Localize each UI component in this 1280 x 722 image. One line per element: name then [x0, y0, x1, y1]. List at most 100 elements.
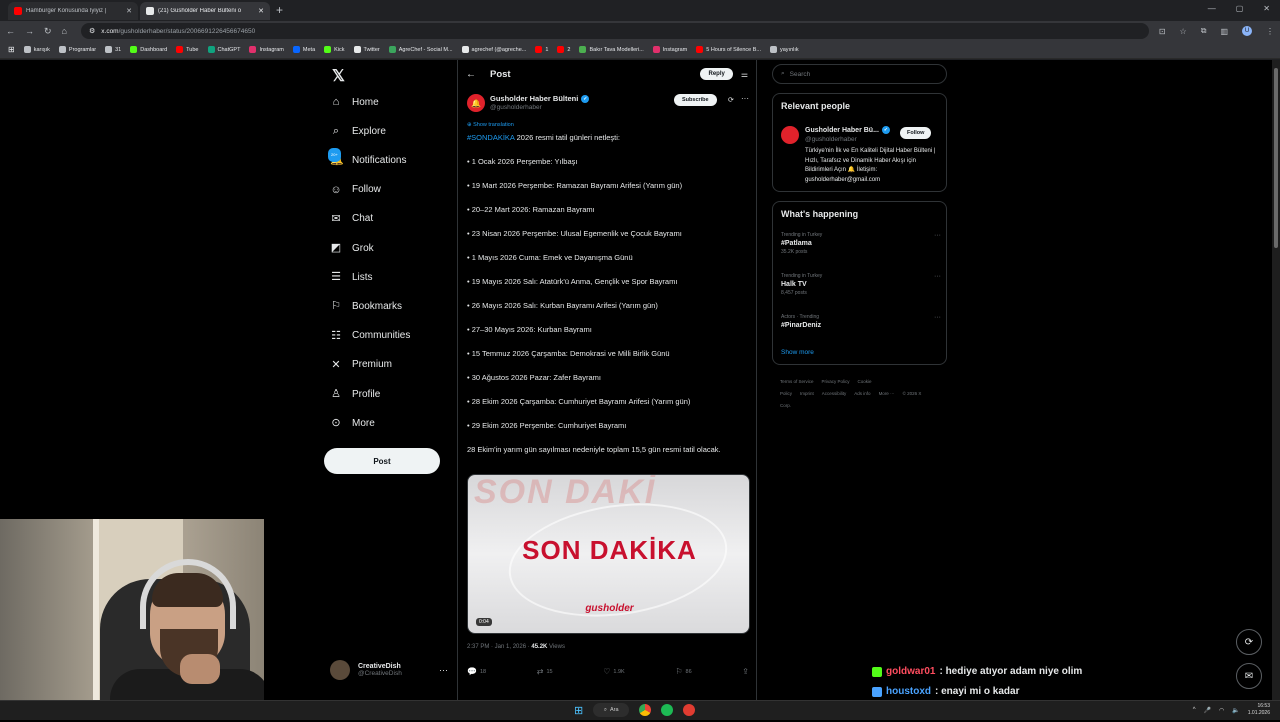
tray-chevron-icon[interactable]: ^ — [1193, 707, 1196, 713]
footer-link[interactable]: Terms of Service — [780, 379, 814, 384]
trend-item[interactable]: Trending in Turkey #Patlama 35.2K posts ··· — [781, 232, 941, 255]
nav-item-lists[interactable]: ☰ Lists — [330, 271, 373, 283]
volume-icon[interactable]: 🔈 — [1232, 707, 1239, 714]
more-icon[interactable]: ··· — [934, 314, 941, 321]
install-icon[interactable]: ⊡ — [1159, 27, 1166, 36]
nav-item-premium[interactable]: ✕ Premium — [330, 359, 392, 371]
close-window-icon[interactable]: ✕ — [1263, 4, 1270, 13]
show-translation-link[interactable]: ⊕ Show translation — [467, 122, 514, 128]
nav-item-home[interactable]: ⌂ Home — [330, 96, 379, 108]
more-icon[interactable]: ··· — [934, 273, 941, 280]
maximize-icon[interactable]: ▢ — [1236, 4, 1244, 13]
bookmark-item[interactable]: karışık — [23, 46, 50, 53]
share-action[interactable]: ⇪ — [742, 667, 749, 676]
page-scrollbar[interactable] — [1272, 60, 1280, 700]
x-logo-icon[interactable]: 𝕏 — [332, 66, 345, 86]
taskbar-search[interactable]: ⌕ Ara — [593, 703, 630, 717]
bookmark-item[interactable]: agrechef (@agreche... — [461, 46, 526, 53]
new-tab-icon[interactable]: + — [276, 2, 283, 20]
settings-sliders-icon[interactable]: ⚌ — [741, 70, 748, 79]
bookmark-action[interactable]: ⚐ 86 — [675, 667, 691, 676]
nav-item-profile[interactable]: ♙ Profile — [330, 388, 380, 400]
browser-tab[interactable]: (21) Gusholder Haber Bülteni o ✕ — [140, 2, 270, 20]
mic-icon[interactable]: 🎤 — [1204, 707, 1211, 714]
address-bar[interactable]: ⚙ x.com/gusholderhaber/status/2006691226… — [80, 23, 1149, 39]
show-more-link[interactable]: Show more — [781, 349, 814, 356]
menu-icon[interactable]: ⋮ — [1266, 27, 1274, 36]
bookmark-item[interactable]: Kick — [324, 46, 345, 53]
obs-app-icon[interactable] — [683, 704, 696, 716]
nav-item-notifications[interactable]: 🔔20+ Notifications — [328, 148, 406, 166]
grok-float-button[interactable]: ⟳ — [1236, 629, 1262, 655]
trend-item[interactable]: Actors · Trending #PinarDeniz ··· — [781, 314, 941, 329]
nav-item-chat[interactable]: ✉ Chat — [330, 213, 373, 225]
reload-icon[interactable]: ↻ — [44, 26, 52, 37]
messages-float-button[interactable]: ✉ — [1236, 663, 1262, 689]
close-tab-icon[interactable]: ✕ — [126, 7, 132, 15]
nav-item-follow[interactable]: ☺ Follow — [330, 184, 381, 196]
hashtag-link[interactable]: #SONDAKİKA — [467, 133, 515, 142]
more-icon[interactable]: ··· — [934, 232, 941, 239]
bookmark-item[interactable]: AgreChef - Social M... — [388, 46, 453, 53]
close-tab-icon[interactable]: ✕ — [258, 7, 264, 15]
follow-button[interactable]: Follow — [900, 127, 932, 139]
search-input[interactable]: ⌕ Search — [772, 64, 947, 84]
scrollbar-thumb[interactable] — [1274, 68, 1278, 248]
profile-avatar[interactable]: U — [1242, 26, 1252, 36]
sidepanel-icon[interactable]: ▥ — [1220, 27, 1228, 36]
nav-item-explore[interactable]: ⌕ Explore — [330, 125, 386, 137]
bookmark-item[interactable]: 2 — [557, 46, 570, 53]
more-icon[interactable]: ··· — [741, 94, 749, 103]
post-button[interactable]: Post — [324, 448, 440, 474]
trend-item[interactable]: Trending in Turkey Halk TV 8,457 posts ··· — [781, 273, 941, 296]
windows-start-icon[interactable]: ⊞ — [574, 704, 583, 717]
bookmark-item[interactable]: yayınlık — [769, 46, 799, 53]
bookmark-item[interactable]: 5 Hours of Silence B... — [696, 46, 761, 53]
post-video[interactable]: SON DAKİ SON DAKİKA gusholder 0:04 — [467, 474, 750, 634]
bookmark-item[interactable]: 31 — [105, 46, 121, 53]
more-icon[interactable]: ··· — [439, 665, 448, 675]
author-name[interactable]: Gusholder Haber Bülteni ✓ — [490, 94, 590, 103]
subscribe-button[interactable]: Subscribe — [674, 94, 717, 106]
bookmark-item[interactable]: Instagram — [652, 46, 687, 53]
wifi-icon[interactable]: ◠ — [1219, 707, 1224, 714]
forward-icon[interactable]: → — [25, 26, 34, 36]
nav-item-more[interactable]: ⊙ More — [330, 417, 374, 429]
nav-item-bookmarks[interactable]: ⚐ Bookmarks — [330, 300, 402, 312]
minimize-icon[interactable]: — — [1208, 4, 1216, 13]
bookmark-item[interactable]: Dashboard — [130, 46, 167, 53]
bookmark-item[interactable]: Twitter — [353, 46, 380, 53]
bookmark-item[interactable]: Instagram — [249, 46, 284, 53]
footer-link[interactable]: Ads info — [854, 391, 870, 396]
nav-item-grok[interactable]: ◩ Grok — [330, 242, 374, 254]
nav-item-communities[interactable]: ☷ Communities — [330, 330, 410, 342]
bookmark-item[interactable]: ChatGPT — [207, 46, 240, 53]
post-time[interactable]: 2:37 PM · Jan 1, 2026 · — [467, 644, 531, 650]
bookmark-item[interactable]: Tube — [176, 46, 199, 53]
back-arrow-icon[interactable]: ← — [466, 69, 476, 80]
footer-link[interactable]: Imprint — [800, 391, 814, 396]
back-icon[interactable]: ← — [6, 26, 15, 36]
taskbar-clock[interactable]: 16:53 1.01.2026 — [1248, 703, 1270, 717]
browser-tab[interactable]: Hamburger Konusunda İyiyiz | ✕ — [8, 2, 138, 20]
account-switcher[interactable]: CreativeDish @CreativeDish ··· — [330, 660, 448, 680]
star-icon[interactable]: ☆ — [1180, 27, 1187, 36]
site-info-icon[interactable]: ⚙ — [89, 27, 95, 35]
bookmark-item[interactable]: Programlar — [58, 46, 96, 53]
bookmark-item[interactable]: Meta — [292, 46, 315, 53]
reply-button[interactable]: Reply — [700, 68, 733, 80]
avatar[interactable] — [781, 126, 799, 144]
bookmark-item[interactable]: 1 — [535, 46, 548, 53]
home-browser-icon[interactable]: ⌂ — [62, 26, 67, 36]
grok-icon[interactable]: ⟳ — [728, 96, 734, 104]
like-action[interactable]: ♡ 1.9K — [603, 667, 625, 676]
reply-action[interactable]: 💬 18 — [467, 667, 486, 676]
spotify-app-icon[interactable] — [661, 704, 674, 716]
bookmark-item[interactable]: Bakır Tava Modelleri... — [579, 46, 644, 53]
footer-link[interactable]: More ··· — [879, 391, 895, 396]
author-avatar[interactable]: 🔔 — [467, 94, 485, 112]
footer-link[interactable]: Privacy Policy — [822, 379, 850, 384]
chrome-app-icon[interactable] — [639, 704, 652, 716]
apps-icon[interactable]: ⊞ — [8, 45, 15, 54]
footer-link[interactable]: Accessibility — [822, 391, 847, 396]
